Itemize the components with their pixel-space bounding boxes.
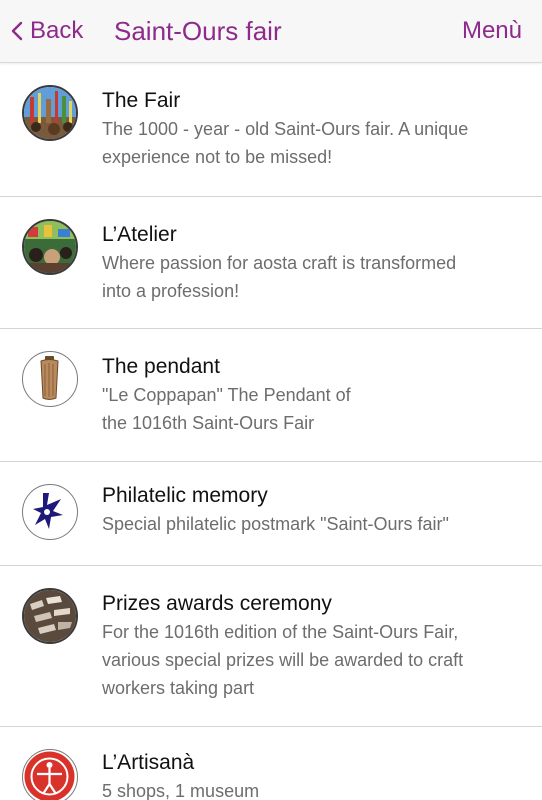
item-description-line: into a profession! [102, 281, 240, 301]
item-description-line: various special prizes will be awarded t… [102, 650, 464, 670]
chevron-left-icon [11, 21, 23, 41]
item-description-line: Where passion for aosta craft is transfo… [102, 253, 457, 273]
item-description-line: the 1016th Saint-Ours Fair [102, 413, 315, 433]
list-item-the-fair[interactable]: The Fair The 1000 - year - old Saint-Our… [0, 63, 542, 197]
item-title: Philatelic memory [102, 484, 268, 507]
list-item-artisana[interactable]: L’Artisanà 5 shops, 1 museum [0, 727, 542, 800]
item-title: The Fair [102, 89, 181, 112]
item-description: 5 shops, 1 museum [102, 777, 522, 800]
navigation-bar: Back Saint-Ours fair Menù [0, 0, 542, 63]
atelier-photo-icon [22, 219, 78, 275]
item-title: L’Artisanà [102, 751, 195, 774]
artisana-logo-icon [22, 749, 78, 800]
list-item-prizes-awards[interactable]: Prizes awards ceremony For the 1016th ed… [0, 566, 542, 727]
menu-button[interactable]: Menù [462, 14, 522, 48]
item-description-line: experience not to be missed! [102, 147, 333, 167]
prizes-photo-icon [22, 588, 78, 644]
item-description-line: workers taking part [102, 678, 255, 698]
item-description: "Le Coppapan" The Pendant of the 1016th … [102, 381, 522, 437]
content-list: The Fair The 1000 - year - old Saint-Our… [0, 63, 542, 800]
fair-photo-icon [22, 85, 78, 141]
page-title: Saint-Ours fair [114, 16, 282, 46]
back-label: Back [30, 17, 84, 44]
item-title: The pendant [102, 355, 220, 378]
postmark-icon [22, 484, 78, 540]
app-screen: Back Saint-Ours fair Menù The Fair The 1… [0, 0, 542, 800]
list-item-philatelic-memory[interactable]: Philatelic memory Special philatelic pos… [0, 462, 542, 566]
item-title: Prizes awards ceremony [102, 592, 332, 615]
item-description-line: Special philatelic postmark "Saint-Ours … [102, 514, 449, 534]
item-description-line: "Le Coppapan" The Pendant of [102, 385, 351, 405]
item-description-line: 5 shops, 1 museum [102, 781, 260, 800]
list-item-pendant[interactable]: The pendant "Le Coppapan" The Pendant of… [0, 329, 542, 462]
item-description-line: The 1000 - year - old Saint-Ours fair. A… [102, 119, 469, 139]
item-description: Special philatelic postmark "Saint-Ours … [102, 510, 522, 538]
item-description: The 1000 - year - old Saint-Ours fair. A… [102, 115, 522, 171]
list-item-atelier[interactable]: L’Atelier Where passion for aosta craft … [0, 197, 542, 329]
pendant-icon [22, 351, 78, 407]
back-button[interactable]: Back [10, 14, 83, 48]
item-description-line: For the 1016th edition of the Saint-Ours… [102, 622, 459, 642]
item-description: For the 1016th edition of the Saint-Ours… [102, 618, 522, 702]
item-title: L’Atelier [102, 223, 177, 246]
item-description: Where passion for aosta craft is transfo… [102, 249, 522, 305]
